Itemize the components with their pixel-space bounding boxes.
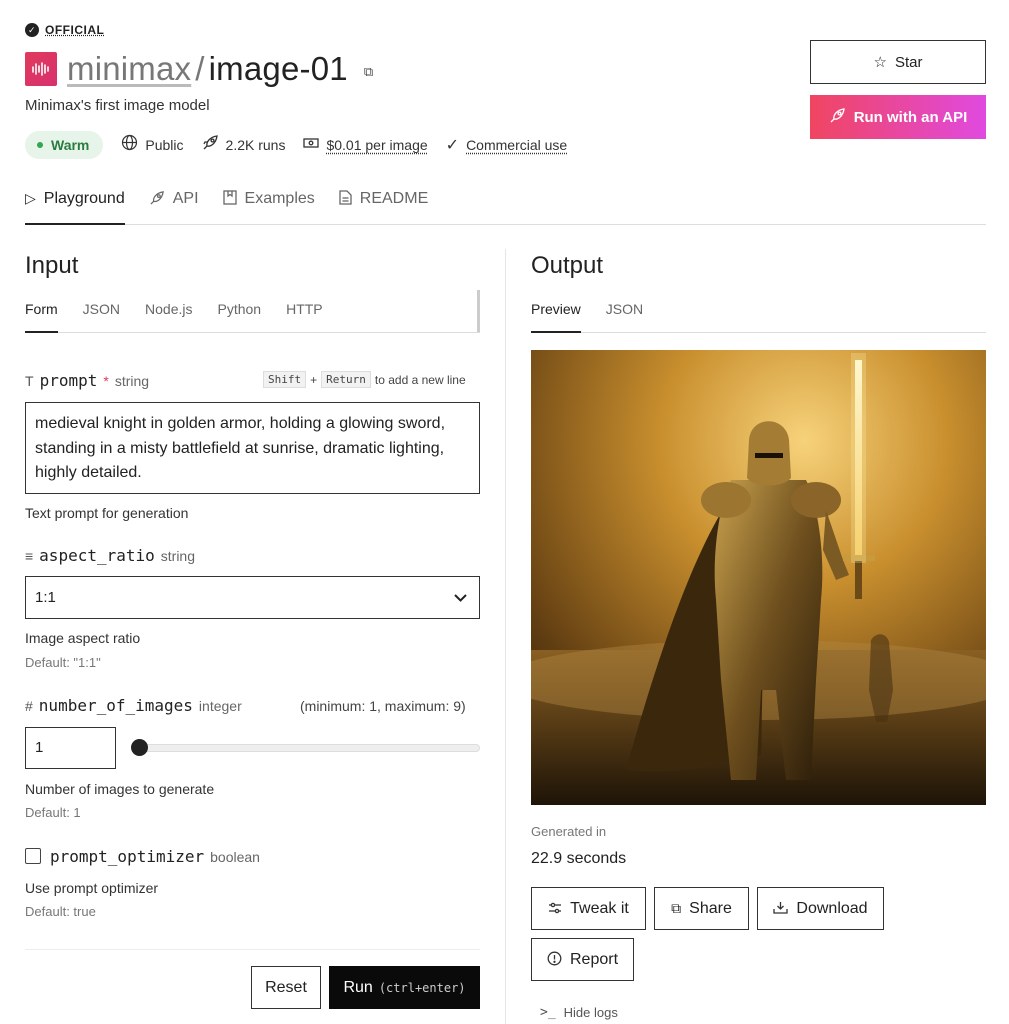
document-icon xyxy=(339,190,352,208)
chevron-down-icon xyxy=(454,589,467,606)
aspect-ratio-select[interactable]: 1:1 xyxy=(25,576,480,619)
tab-api[interactable]: API xyxy=(149,186,199,225)
aspect-ratio-default: Default: "1:1" xyxy=(25,655,101,670)
runs-info: 2.2K runs xyxy=(202,134,285,156)
tweak-button[interactable]: Tweak it xyxy=(531,887,646,930)
minimax-logo xyxy=(25,52,57,86)
text-type-icon: T xyxy=(25,373,34,389)
generated-time: 22.9 seconds xyxy=(531,850,627,867)
globe-icon xyxy=(121,134,138,156)
tab-http[interactable]: HTTP xyxy=(286,299,323,333)
terminal-icon: >_ xyxy=(540,1005,556,1020)
check-icon: ✓ xyxy=(445,137,460,154)
generated-label: Generated in xyxy=(531,824,607,839)
output-title: Output xyxy=(531,252,604,279)
list-icon: ≡ xyxy=(25,548,34,564)
number-type-icon: # xyxy=(25,698,33,714)
input-tabs: Form JSON Node.js Python HTTP xyxy=(25,299,480,333)
aspect-ratio-description: Image aspect ratio xyxy=(25,630,141,646)
number-range-hint: (minimum: 1, maximum: 9) xyxy=(300,698,466,714)
output-image[interactable] xyxy=(531,350,986,805)
tab-preview[interactable]: Preview xyxy=(531,299,581,333)
money-icon xyxy=(303,136,320,154)
status-dot-icon xyxy=(37,142,43,148)
panel-divider xyxy=(505,249,506,1024)
tab-form[interactable]: Form xyxy=(25,299,58,333)
play-icon: ▷ xyxy=(25,190,36,206)
reset-button[interactable]: Reset xyxy=(251,966,321,1009)
copy-icon: ⧉ xyxy=(671,900,682,916)
star-icon: ☆ xyxy=(873,54,887,71)
input-title: Input xyxy=(25,252,79,279)
download-icon xyxy=(773,901,789,917)
model-name: image-01 xyxy=(208,50,348,87)
owner-link[interactable]: minimax xyxy=(67,50,191,87)
slider-handle[interactable] xyxy=(131,739,148,756)
tab-json[interactable]: JSON xyxy=(83,299,120,333)
verified-icon: ✓ xyxy=(25,23,39,37)
rocket-icon xyxy=(149,190,165,209)
model-meta: Warm Public 2.2K runs $0.01 per image ✓ … xyxy=(25,131,567,159)
number-of-images-slider[interactable] xyxy=(140,744,480,752)
sliders-icon xyxy=(548,901,562,917)
run-with-api-button[interactable]: Run with an API xyxy=(810,95,986,139)
hide-logs-toggle[interactable]: >_ Hide logs xyxy=(540,1005,618,1020)
alert-icon xyxy=(547,951,562,969)
star-button[interactable]: ☆ Star xyxy=(810,40,986,84)
share-button[interactable]: ⧉ Share xyxy=(654,887,749,930)
prompt-description: Text prompt for generation xyxy=(25,505,189,521)
number-of-images-label: # number_of_images integer xyxy=(25,696,242,715)
prompt-textarea[interactable]: medieval knight in golden armor, holding… xyxy=(25,402,480,494)
form-divider xyxy=(25,949,480,950)
output-tabs: Preview JSON xyxy=(531,299,986,333)
official-badge[interactable]: ✓ OFFICIAL xyxy=(25,23,104,37)
rocket-icon xyxy=(202,134,219,156)
number-of-images-default: Default: 1 xyxy=(25,805,81,820)
number-of-images-description: Number of images to generate xyxy=(25,781,215,797)
prompt-optimizer-checkbox[interactable] xyxy=(25,848,41,864)
model-title-row: minimax / image-01 ⧉ xyxy=(25,50,373,88)
number-of-images-input[interactable]: 1 xyxy=(25,727,116,769)
tab-nodejs[interactable]: Node.js xyxy=(145,299,192,333)
download-button[interactable]: Download xyxy=(757,887,884,930)
rocket-icon xyxy=(829,107,846,128)
aspect-ratio-label: ≡ aspect_ratio string xyxy=(25,546,195,565)
price-info[interactable]: $0.01 per image xyxy=(303,136,428,154)
prompt-optimizer-default: Default: true xyxy=(25,904,96,919)
tab-examples[interactable]: Examples xyxy=(222,186,315,225)
tabs-scrollbar[interactable] xyxy=(477,290,480,332)
tab-output-json[interactable]: JSON xyxy=(606,299,643,333)
newline-hint: Shift + Return to add a new line xyxy=(263,371,466,388)
report-button[interactable]: Report xyxy=(531,938,634,981)
tab-python[interactable]: Python xyxy=(217,299,261,333)
prompt-label: T prompt * string xyxy=(25,371,150,390)
status-badge: Warm xyxy=(25,131,104,159)
main-tabs: ▷ Playground API Examples README xyxy=(25,186,986,225)
model-description: Minimax's first image model xyxy=(25,97,210,114)
tab-readme[interactable]: README xyxy=(339,186,428,225)
license-info[interactable]: ✓ Commercial use xyxy=(446,135,568,155)
prompt-optimizer-description: Use prompt optimizer xyxy=(25,880,159,896)
run-button[interactable]: Run (ctrl+enter) xyxy=(329,966,480,1009)
page-title: minimax / image-01 xyxy=(67,50,348,87)
book-icon xyxy=(222,190,237,208)
copy-icon[interactable]: ⧉ xyxy=(364,64,373,80)
tab-playground[interactable]: ▷ Playground xyxy=(25,186,125,225)
prompt-optimizer-label: prompt_optimizer boolean xyxy=(50,847,260,866)
visibility-info: Public xyxy=(121,134,184,156)
